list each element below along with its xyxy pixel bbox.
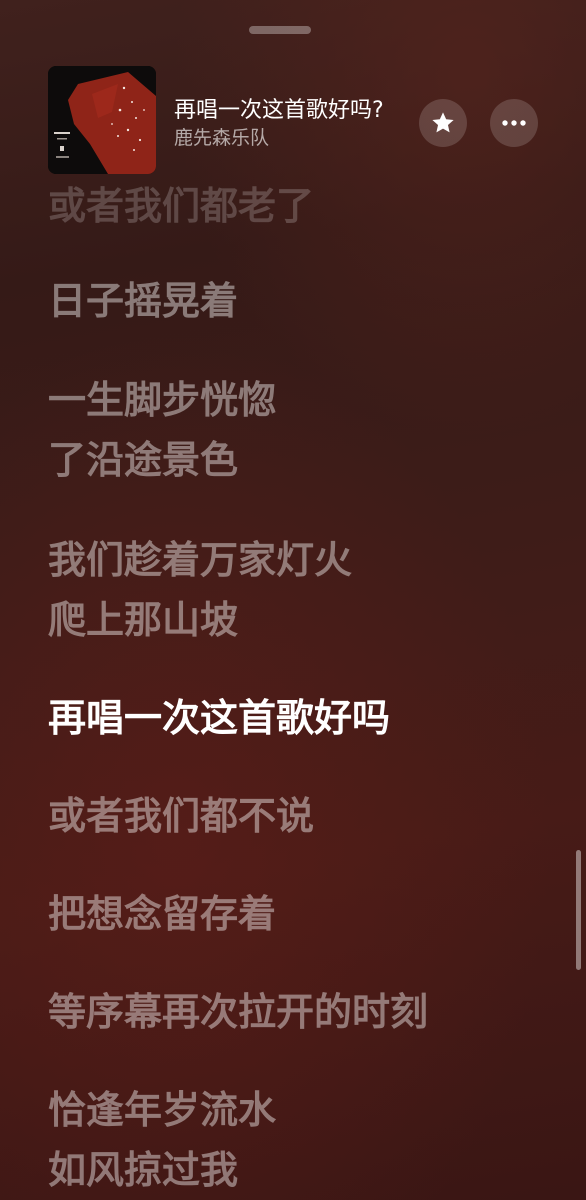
lyric-line[interactable]: 一生脚步恍惚 xyxy=(48,372,276,428)
lyric-line[interactable]: 我们趁着万家灯火 xyxy=(48,532,352,588)
lyric-line[interactable]: 恰逢年岁流水 xyxy=(48,1082,276,1138)
album-cover[interactable] xyxy=(48,66,156,174)
lyric-line[interactable]: 如风掠过我 xyxy=(48,1142,238,1198)
favorite-button[interactable] xyxy=(419,99,467,147)
ellipsis-icon xyxy=(502,120,526,126)
song-title[interactable]: 再唱一次这首歌好吗? xyxy=(174,98,384,124)
lyric-line[interactable]: 日子摇晃着 xyxy=(48,273,238,329)
lyric-line[interactable]: 或者我们都不说 xyxy=(48,788,314,844)
scrollbar[interactable] xyxy=(576,850,581,970)
more-button[interactable] xyxy=(490,99,538,147)
star-icon xyxy=(432,112,454,133)
lyric-line[interactable]: 等序幕再次拉开的时刻 xyxy=(48,984,428,1040)
lyric-line[interactable]: 爬上那山坡 xyxy=(48,592,238,648)
artist-name[interactable]: 鹿先森乐队 xyxy=(174,126,269,150)
lyric-line[interactable]: 把想念留存着 xyxy=(48,886,276,942)
lyric-line-active[interactable]: 再唱一次这首歌好吗 xyxy=(48,690,390,746)
lyric-line[interactable]: 了沿途景色 xyxy=(48,432,238,488)
sheet-grabber[interactable] xyxy=(249,26,311,34)
album-cover-art xyxy=(48,66,156,174)
now-playing-header: 再唱一次这首歌好吗? 鹿先森乐队 xyxy=(0,0,586,190)
